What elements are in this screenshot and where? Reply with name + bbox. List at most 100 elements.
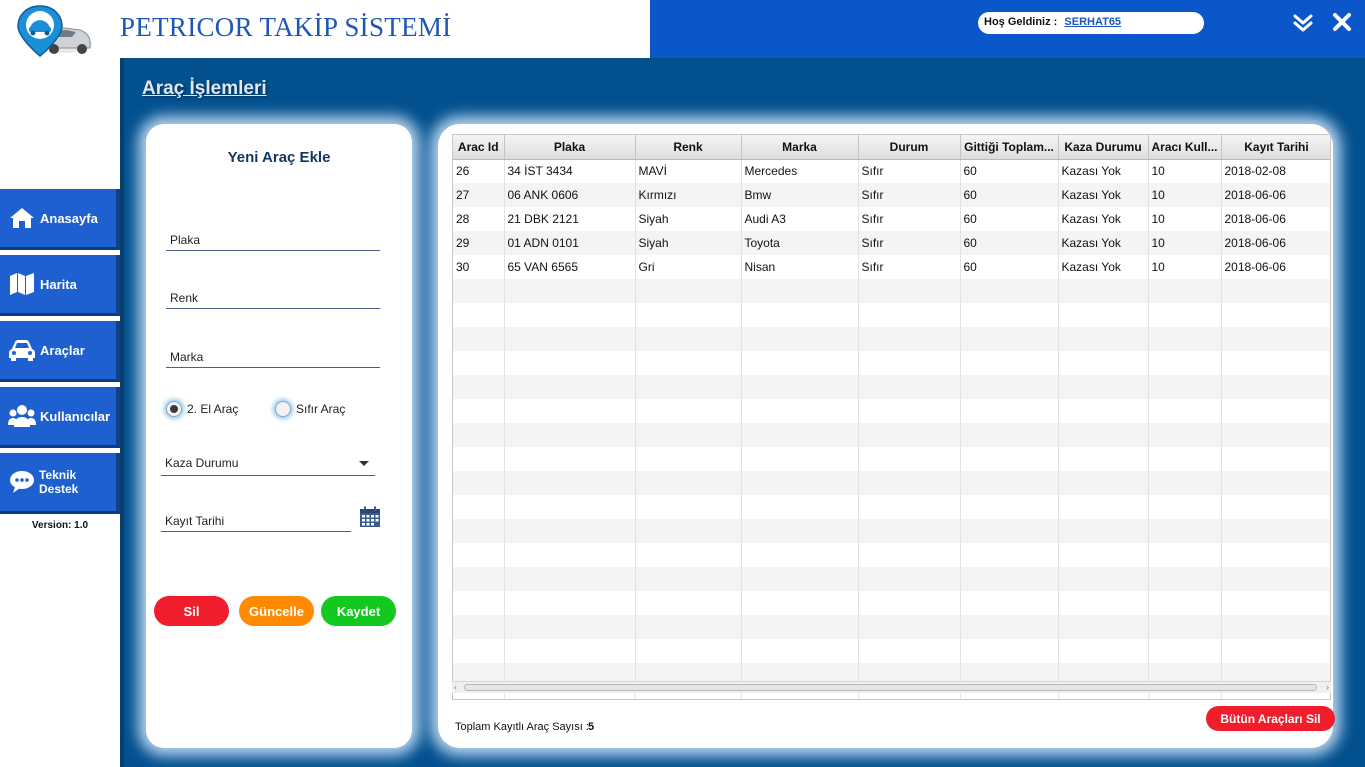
empty-table-row[interactable] xyxy=(453,567,1330,591)
empty-table-row[interactable] xyxy=(453,519,1330,543)
table-cell xyxy=(1221,375,1330,399)
empty-table-row[interactable] xyxy=(453,399,1330,423)
column-header[interactable]: Renk xyxy=(635,135,742,160)
close-icon[interactable] xyxy=(1329,10,1355,36)
column-header[interactable]: Arac Id xyxy=(453,135,505,160)
sidebar-item-anasayfa[interactable]: Anasayfa xyxy=(0,189,120,250)
table-cell: 30 xyxy=(453,255,505,279)
table-cell xyxy=(635,447,742,471)
minimize-chevron-icon[interactable] xyxy=(1290,10,1316,36)
table-cell xyxy=(960,375,1059,399)
table-cell: Kazası Yok xyxy=(1058,255,1149,279)
marka-field[interactable]: Marka xyxy=(166,342,380,368)
table-cell: Kazası Yok xyxy=(1058,207,1149,231)
table-cell xyxy=(1148,279,1222,303)
table-cell xyxy=(741,543,859,567)
table-cell: 10 xyxy=(1148,231,1222,255)
table-cell xyxy=(1148,495,1222,519)
table-cell xyxy=(504,471,636,495)
table-cell xyxy=(504,591,636,615)
table-cell xyxy=(960,615,1059,639)
app-window: PETRICOR TAKİP SİSTEMİ Hoş Geldiniz : SE… xyxy=(0,0,1365,767)
table-cell xyxy=(858,423,961,447)
table-row[interactable]: 28 21 DBK 2121 Siyah Audi A3 Sıfır 60 Kazası Y… xyxy=(453,207,1330,231)
empty-table-row[interactable] xyxy=(453,471,1330,495)
empty-table-row[interactable] xyxy=(453,639,1330,663)
column-header[interactable]: Kayıt Tarihi xyxy=(1221,135,1330,160)
table-cell xyxy=(504,303,636,327)
table-cell: Sıfır xyxy=(858,183,961,207)
table-cell xyxy=(453,567,505,591)
update-button[interactable]: Güncelle xyxy=(239,596,314,626)
empty-table-row[interactable] xyxy=(453,615,1330,639)
empty-table-row[interactable] xyxy=(453,279,1330,303)
sidebar-item-harita[interactable]: Harita xyxy=(0,255,120,316)
radio-button[interactable] xyxy=(275,401,291,417)
table-cell xyxy=(1221,543,1330,567)
empty-table-row[interactable] xyxy=(453,591,1330,615)
delete-all-button[interactable]: Bütün Araçları Sil xyxy=(1206,706,1335,731)
table-cell xyxy=(453,447,505,471)
kaza-durumu-select[interactable]: Kaza Durumu xyxy=(161,450,375,476)
table-row[interactable]: 26 34 İST 3434 MAVİ Mercedes Sıfır 60 Kazası Y… xyxy=(453,159,1330,183)
radio-used-vehicle[interactable]: 2. El Araç xyxy=(166,401,238,417)
sidebar-item-kullanicilar[interactable]: Kullanıcılar xyxy=(0,387,120,448)
calendar-icon[interactable] xyxy=(359,506,381,528)
table-row[interactable]: 29 01 ADN 0101 Siyah Toyota Sıfır 60 Kazası Yo… xyxy=(453,231,1330,255)
radio-new-vehicle[interactable]: Sıfır Araç xyxy=(275,401,345,417)
save-button[interactable]: Kaydet xyxy=(321,596,396,626)
empty-table-row[interactable] xyxy=(453,351,1330,375)
sidebar-item-teknik-destek[interactable]: Teknik Destek xyxy=(0,453,120,514)
username-link[interactable]: SERHAT65 xyxy=(1064,16,1121,28)
table-cell xyxy=(960,519,1059,543)
table-cell xyxy=(1221,591,1330,615)
empty-table-row[interactable] xyxy=(453,543,1330,567)
table-cell xyxy=(960,303,1059,327)
column-header[interactable]: Marka xyxy=(741,135,859,160)
table-cell xyxy=(1058,519,1149,543)
empty-table-row[interactable] xyxy=(453,495,1330,519)
column-header[interactable]: Durum xyxy=(858,135,961,160)
plaka-field[interactable]: Plaka xyxy=(166,225,380,251)
empty-table-row[interactable] xyxy=(453,375,1330,399)
column-header[interactable]: Aracı Kull... xyxy=(1148,135,1222,160)
sidebar-item-label: Kullanıcılar xyxy=(40,408,111,424)
horizontal-scrollbar[interactable]: ‹ › xyxy=(452,681,1331,693)
column-header[interactable]: Gittiği Toplam... xyxy=(960,135,1059,160)
table-cell xyxy=(858,591,961,615)
scroll-right-icon[interactable]: › xyxy=(1326,682,1329,692)
empty-table-row[interactable] xyxy=(453,423,1330,447)
table-cell xyxy=(741,615,859,639)
vehicles-table[interactable]: Arac Id Plaka Renk Marka Durum Gittiği Toplam… xyxy=(452,134,1331,700)
table-row[interactable]: 27 06 ANK 0606 Kırmızı Bmw Sıfır 60 Kazası Yok… xyxy=(453,183,1330,207)
table-cell: Bmw xyxy=(741,183,859,207)
car-icon xyxy=(8,336,36,364)
column-header[interactable]: Plaka xyxy=(504,135,636,160)
empty-table-row[interactable] xyxy=(453,327,1330,351)
table-cell xyxy=(453,351,505,375)
empty-table-row[interactable] xyxy=(453,447,1330,471)
table-cell: Mercedes xyxy=(741,159,859,183)
delete-button[interactable]: Sil xyxy=(154,596,229,626)
renk-field[interactable]: Renk xyxy=(166,283,380,309)
table-cell xyxy=(741,327,859,351)
table-cell xyxy=(504,423,636,447)
column-header[interactable]: Kaza Durumu xyxy=(1058,135,1149,160)
table-cell xyxy=(453,519,505,543)
scrollbar-thumb[interactable] xyxy=(464,684,1317,691)
table-cell xyxy=(453,591,505,615)
table-cell xyxy=(635,615,742,639)
kayit-tarihi-field[interactable]: Kayıt Tarihi xyxy=(161,506,351,532)
table-cell xyxy=(741,303,859,327)
table-row[interactable]: 30 65 VAN 6565 Gri Nisan Sıfır 60 Kazası Yok 10… xyxy=(453,255,1330,279)
empty-table-row[interactable] xyxy=(453,303,1330,327)
table-cell xyxy=(635,639,742,663)
table-cell xyxy=(453,471,505,495)
sidebar-item-araclar[interactable]: Araçlar xyxy=(0,321,120,382)
scroll-left-icon[interactable]: ‹ xyxy=(454,682,457,692)
radio-button-selected[interactable] xyxy=(166,401,182,417)
logo-car-pin-icon xyxy=(17,5,92,57)
table-cell: 60 xyxy=(960,207,1059,231)
table-cell: Sıfır xyxy=(858,207,961,231)
table-cell xyxy=(635,423,742,447)
